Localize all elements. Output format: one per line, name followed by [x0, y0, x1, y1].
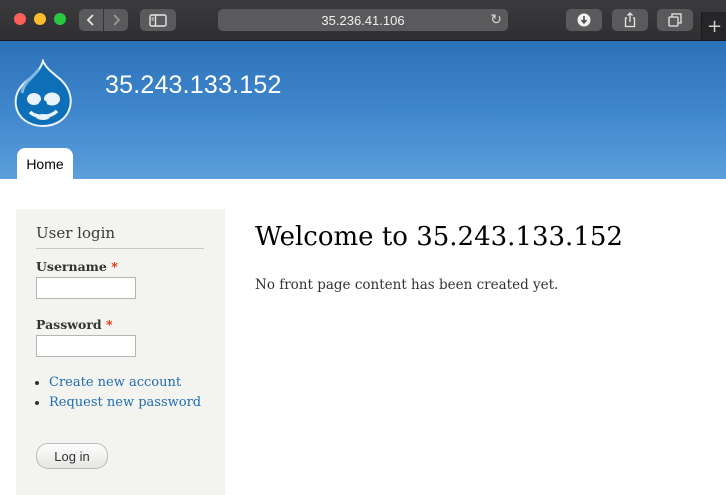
user-login-block: User login Username * Password * Create … [16, 209, 225, 495]
zoom-window-button[interactable] [54, 13, 66, 25]
url-text: 35.236.41.106 [321, 12, 405, 28]
plus-icon: + [706, 15, 723, 37]
create-account-link[interactable]: Create new account [49, 375, 181, 390]
required-marker: * [106, 317, 113, 332]
back-button[interactable] [79, 9, 103, 31]
show-sidebar-button[interactable] [140, 9, 176, 31]
reload-icon[interactable]: ↻ [490, 11, 502, 28]
share-button[interactable] [612, 9, 648, 31]
minimize-window-button[interactable] [34, 13, 46, 25]
downloads-button[interactable] [566, 9, 602, 31]
page-title: Welcome to 35.243.133.152 [255, 222, 623, 252]
request-password-link[interactable]: Request new password [49, 395, 201, 410]
close-window-button[interactable] [14, 13, 26, 25]
forward-icon [113, 14, 121, 26]
page-body-text: No front page content has been created y… [255, 277, 559, 293]
browser-toolbar: 35.236.41.106 ↻ + [0, 0, 726, 41]
required-marker: * [111, 259, 118, 274]
forward-button[interactable] [104, 9, 128, 31]
new-tab-button[interactable]: + [701, 12, 726, 40]
site-name[interactable]: 35.243.133.152 [105, 71, 282, 100]
username-label: Username * [36, 259, 118, 274]
account-links: Create new account Request new password [32, 375, 201, 415]
list-item: Request new password [49, 395, 201, 410]
list-item: Create new account [49, 375, 201, 390]
site-header: 35.243.133.152 Home [0, 41, 726, 179]
divider [36, 248, 204, 249]
password-label-text: Password [36, 317, 102, 332]
login-button[interactable]: Log in [36, 443, 108, 469]
block-title: User login [36, 224, 116, 242]
tabs-icon [668, 13, 682, 27]
address-bar[interactable]: 35.236.41.106 ↻ [218, 9, 508, 31]
sidebar-icon [149, 13, 167, 27]
username-field[interactable] [36, 277, 136, 299]
username-label-text: Username [36, 259, 107, 274]
download-icon [577, 13, 591, 27]
tab-home[interactable]: Home [17, 148, 73, 179]
back-icon [86, 14, 94, 26]
tab-overview-button[interactable] [657, 9, 693, 31]
share-icon [624, 12, 636, 28]
password-label: Password * [36, 317, 113, 332]
drupal-logo-icon[interactable] [12, 59, 74, 127]
password-field[interactable] [36, 335, 136, 357]
